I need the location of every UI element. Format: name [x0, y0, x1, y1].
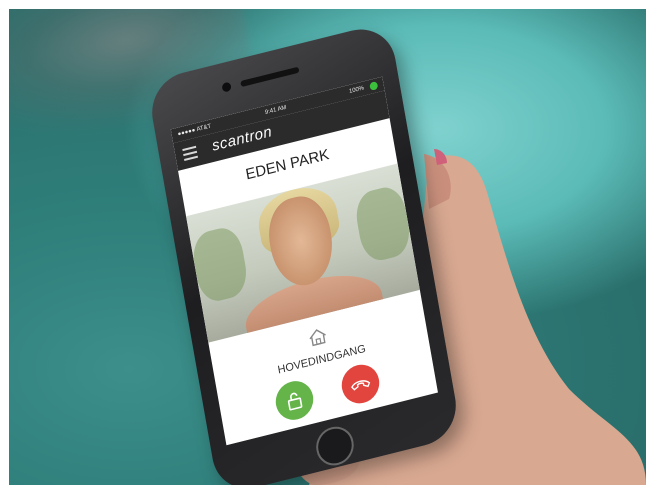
status-indicator-dot [369, 81, 379, 91]
photo: ●●●●● AT&T 9:41 AM 100% scantron EDEN PA… [0, 0, 657, 493]
house-icon [309, 329, 326, 347]
front-camera-icon [221, 81, 232, 93]
unlock-icon [287, 392, 303, 411]
phone-hangup-icon [351, 380, 371, 391]
app-screen: ●●●●● AT&T 9:41 AM 100% scantron EDEN PA… [170, 76, 438, 446]
hamburger-menu-icon[interactable] [182, 145, 198, 161]
home-button[interactable] [313, 422, 357, 470]
video-feed [186, 163, 420, 343]
earpiece-speaker [240, 66, 300, 88]
photo-frame: ●●●●● AT&T 9:41 AM 100% scantron EDEN PA… [9, 9, 646, 485]
hangup-button[interactable] [338, 360, 383, 408]
unlock-button[interactable] [272, 377, 317, 424]
